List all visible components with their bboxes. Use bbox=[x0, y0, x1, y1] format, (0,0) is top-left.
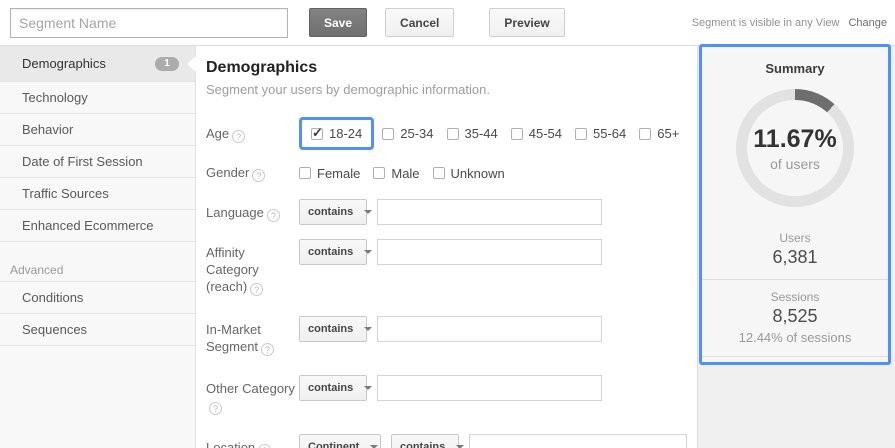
sidebar-item-traffic-sources[interactable]: Traffic Sources bbox=[0, 178, 195, 210]
location-value-input[interactable] bbox=[469, 434, 687, 448]
affinity-category-value-input[interactable] bbox=[377, 239, 602, 265]
chevron-down-icon bbox=[364, 386, 372, 390]
checkbox-icon[interactable] bbox=[382, 128, 394, 140]
sidebar-item-label: Technology bbox=[22, 90, 88, 105]
sidebar-item-label: Enhanced Ecommerce bbox=[22, 218, 154, 233]
sidebar-item-conditions[interactable]: Conditions bbox=[0, 282, 195, 314]
sessions-percent-caption: 12.44% of sessions bbox=[702, 330, 888, 345]
checkbox-icon[interactable] bbox=[575, 128, 587, 140]
checkbox-icon[interactable] bbox=[639, 128, 651, 140]
sidebar-item-demographics[interactable]: Demographics 1 bbox=[0, 46, 195, 82]
chevron-down-icon bbox=[364, 327, 372, 331]
percent-of-users-caption: of users bbox=[770, 156, 820, 172]
sessions-value: 8,525 bbox=[702, 306, 888, 327]
help-icon[interactable]: ? bbox=[209, 402, 222, 415]
change-visibility-link[interactable]: Change bbox=[848, 17, 887, 29]
affinity-category-label: Affinity Category (reach)? bbox=[206, 239, 299, 296]
sidebar-item-label: Demographics bbox=[22, 56, 106, 71]
checkbox-checked-icon[interactable] bbox=[311, 128, 323, 140]
checkbox-icon[interactable] bbox=[511, 128, 523, 140]
sidebar-item-label: Traffic Sources bbox=[22, 186, 109, 201]
gender-row: Gender? Female Male Unknown bbox=[206, 164, 697, 182]
segment-visibility-text: Segment is visible in any View bbox=[692, 17, 840, 29]
age-option-55-64[interactable]: 55-64 bbox=[575, 126, 626, 141]
donut-chart: 11.67% of users bbox=[736, 89, 854, 207]
cancel-button[interactable]: Cancel bbox=[385, 8, 454, 37]
page-subtitle: Segment your users by demographic inform… bbox=[206, 82, 697, 97]
sidebar-item-behavior[interactable]: Behavior bbox=[0, 114, 195, 146]
checkbox-icon[interactable] bbox=[299, 167, 311, 179]
advanced-section-header: Advanced bbox=[0, 259, 195, 282]
preview-button[interactable]: Preview bbox=[489, 8, 564, 37]
help-icon[interactable]: ? bbox=[232, 130, 245, 143]
location-operator-dropdown[interactable]: contains bbox=[391, 434, 459, 448]
location-row: Location? Continent contains bbox=[206, 434, 697, 448]
sidebar-item-sequences[interactable]: Sequences bbox=[0, 314, 195, 346]
sessions-stat: Sessions 8,525 12.44% of sessions bbox=[702, 279, 888, 356]
save-button[interactable]: Save bbox=[309, 8, 367, 37]
location-dimension-dropdown[interactable]: Continent bbox=[299, 434, 381, 448]
chevron-down-icon bbox=[364, 250, 372, 254]
age-option-65plus[interactable]: 65+ bbox=[639, 126, 679, 141]
in-market-segment-operator-dropdown[interactable]: contains bbox=[299, 316, 367, 342]
age-option-25-34[interactable]: 25-34 bbox=[382, 126, 433, 141]
summary-column: Summary 11.67% of users Users 6,381 Sess… bbox=[697, 46, 895, 448]
gender-option-unknown[interactable]: Unknown bbox=[433, 166, 505, 181]
age-row: Age? 18-24 25-34 35-44 bbox=[206, 117, 697, 150]
in-market-segment-label: In-Market Segment? bbox=[206, 316, 299, 356]
language-operator-dropdown[interactable]: contains bbox=[299, 199, 367, 225]
help-icon[interactable]: ? bbox=[267, 209, 280, 222]
age-label: Age? bbox=[206, 125, 299, 143]
sidebar-item-date-of-first-session[interactable]: Date of First Session bbox=[0, 146, 195, 178]
demographics-panel: Demographics Segment your users by demog… bbox=[196, 46, 697, 448]
other-category-operator-dropdown[interactable]: contains bbox=[299, 375, 367, 401]
in-market-segment-value-input[interactable] bbox=[377, 316, 602, 342]
applied-filter-card: Demographics Age: 18-24 × bbox=[702, 356, 888, 365]
language-value-input[interactable] bbox=[377, 199, 602, 225]
location-label: Location? bbox=[206, 434, 299, 448]
other-category-label: Other Category? bbox=[206, 375, 299, 415]
percent-of-users-value: 11.67% bbox=[753, 125, 836, 154]
affinity-category-row: Affinity Category (reach)? contains bbox=[206, 239, 697, 296]
checkbox-icon[interactable] bbox=[447, 128, 459, 140]
sidebar-item-label: Conditions bbox=[22, 290, 83, 305]
page-title: Demographics bbox=[206, 59, 697, 77]
in-market-segment-row: In-Market Segment? contains bbox=[206, 316, 697, 356]
users-label: Users bbox=[702, 231, 888, 245]
affinity-category-operator-dropdown[interactable]: contains bbox=[299, 239, 367, 265]
language-label: Language? bbox=[206, 199, 299, 225]
summary-panel: Summary 11.67% of users Users 6,381 Sess… bbox=[699, 44, 891, 365]
age-18-24-highlight-box: 18-24 bbox=[299, 117, 374, 150]
segment-toolbar: Save Cancel Preview Segment is visible i… bbox=[0, 0, 895, 46]
users-value: 6,381 bbox=[702, 247, 888, 268]
sidebar-item-label: Behavior bbox=[22, 122, 73, 137]
other-category-row: Other Category? contains bbox=[206, 375, 697, 415]
help-icon[interactable]: ? bbox=[261, 343, 274, 356]
gender-option-female[interactable]: Female bbox=[299, 166, 360, 181]
users-stat: Users 6,381 bbox=[702, 221, 888, 279]
gender-option-male[interactable]: Male bbox=[373, 166, 419, 181]
other-category-value-input[interactable] bbox=[377, 375, 602, 401]
sidebar-item-label: Sequences bbox=[22, 322, 87, 337]
help-icon[interactable]: ? bbox=[250, 283, 263, 296]
checkbox-icon[interactable] bbox=[373, 167, 385, 179]
segment-category-sidebar: Demographics 1 Technology Behavior Date … bbox=[0, 46, 196, 448]
sidebar-item-enhanced-ecommerce[interactable]: Enhanced Ecommerce bbox=[0, 210, 195, 242]
filter-count-badge: 1 bbox=[155, 57, 179, 71]
age-option-18-24[interactable]: 18-24 bbox=[311, 126, 362, 141]
gender-label: Gender? bbox=[206, 164, 299, 182]
chevron-down-icon bbox=[364, 210, 372, 214]
age-option-45-54[interactable]: 45-54 bbox=[511, 126, 562, 141]
sidebar-item-label: Date of First Session bbox=[22, 154, 143, 169]
segment-name-input[interactable] bbox=[10, 8, 288, 38]
age-option-35-44[interactable]: 35-44 bbox=[447, 126, 498, 141]
help-icon[interactable]: ? bbox=[252, 169, 265, 182]
help-icon[interactable]: ? bbox=[258, 444, 271, 448]
summary-title: Summary bbox=[702, 61, 888, 76]
language-row: Language? contains bbox=[206, 199, 697, 225]
checkbox-icon[interactable] bbox=[433, 167, 445, 179]
sidebar-item-technology[interactable]: Technology bbox=[0, 82, 195, 114]
sessions-label: Sessions bbox=[702, 290, 888, 304]
